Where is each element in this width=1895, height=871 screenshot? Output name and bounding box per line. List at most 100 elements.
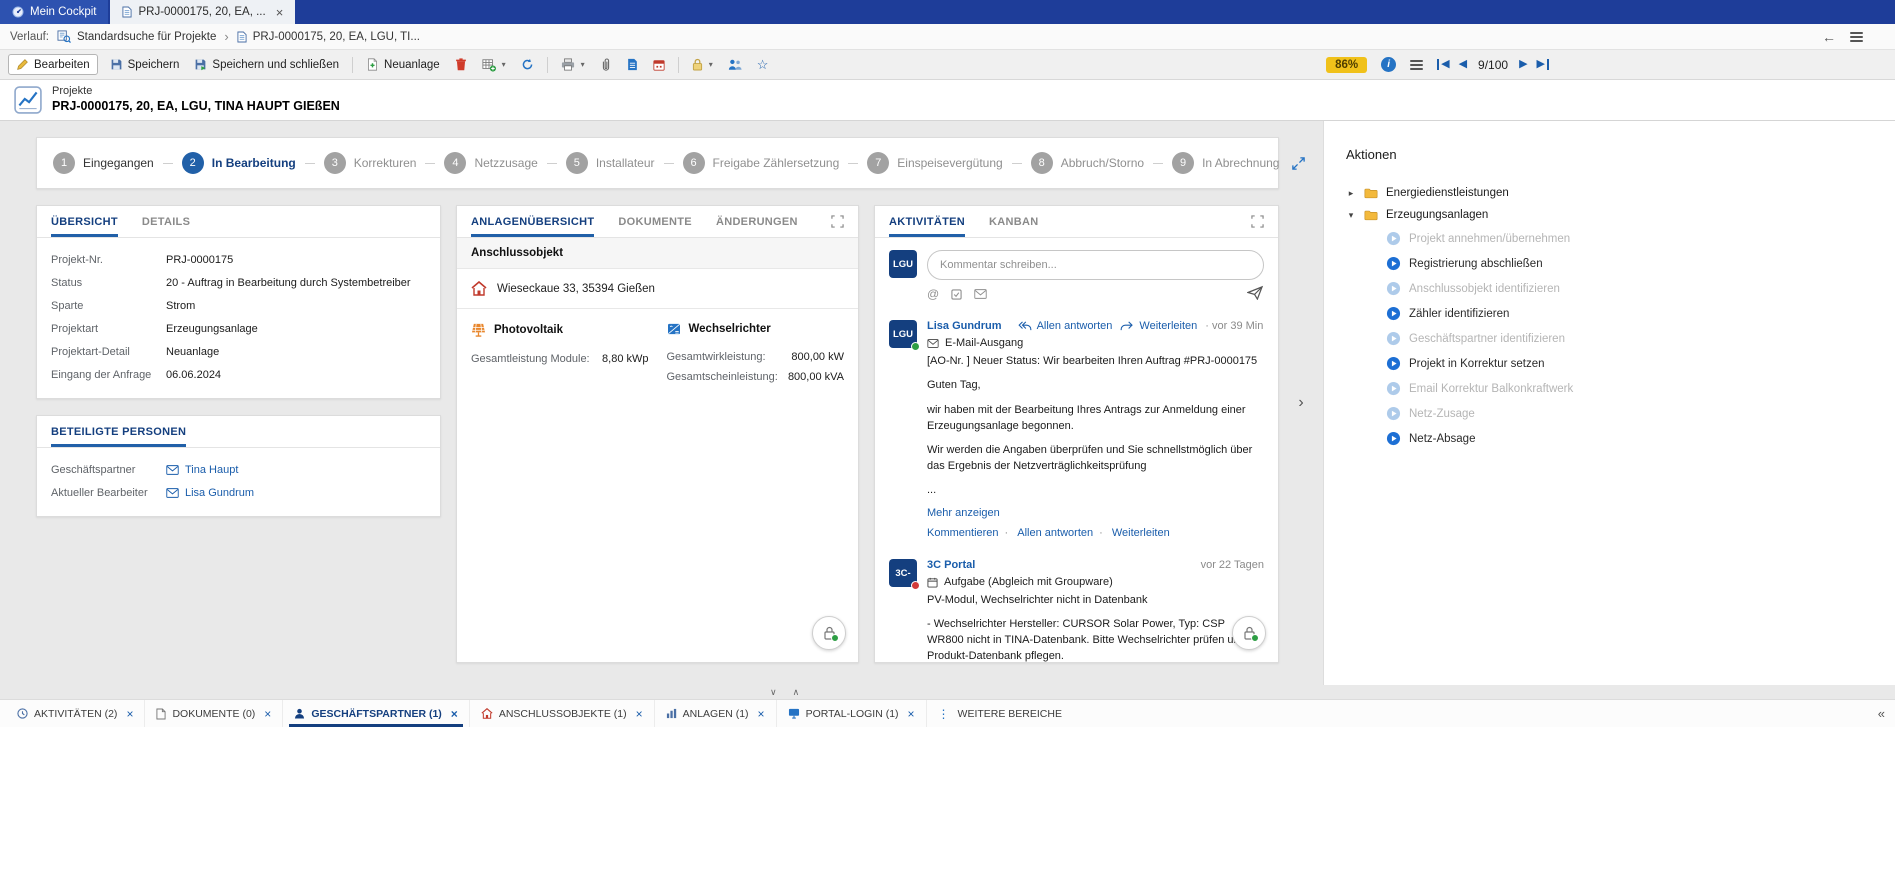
- activity-item-task[interactable]: 3C- 3C Portal vor 22 Tagen: [889, 548, 1264, 662]
- fullscreen-icon[interactable]: [831, 215, 844, 228]
- save-and-close-button[interactable]: Speichern und schließen: [187, 55, 346, 74]
- chevron-right-icon[interactable]: ▸: [1346, 188, 1356, 199]
- author-link[interactable]: Lisa Gundrum: [927, 320, 1002, 332]
- connection-object-address: Wieseckaue 33, 35394 Gießen: [497, 283, 655, 295]
- tab-kanban[interactable]: KANBAN: [989, 206, 1038, 237]
- close-icon[interactable]: ×: [908, 707, 915, 721]
- folder-erzeugungsanlagen[interactable]: ▾ Erzeugungsanlagen: [1346, 204, 1875, 226]
- save-button[interactable]: Speichern: [103, 55, 187, 74]
- action-zaehler-identifizieren[interactable]: Zähler identifizieren: [1346, 301, 1875, 326]
- favorite-button[interactable]: ☆: [750, 54, 776, 76]
- close-icon[interactable]: ×: [451, 707, 458, 721]
- step-einspeiseverguetung[interactable]: 7 Einspeisevergütung: [867, 152, 1002, 174]
- new-record-button[interactable]: Neuanlage: [359, 55, 447, 74]
- calendar-button[interactable]: [646, 56, 672, 74]
- business-partner-link[interactable]: Tina Haupt: [166, 464, 238, 476]
- show-more-link[interactable]: Mehr anzeigen: [927, 507, 1264, 519]
- tab-aenderungen[interactable]: ÄNDERUNGEN: [716, 206, 798, 237]
- close-icon[interactable]: ×: [636, 707, 643, 721]
- back-arrow-icon[interactable]: ←: [1822, 29, 1836, 45]
- history-menu-icon[interactable]: [1850, 32, 1863, 42]
- tab-beteiligte-personen[interactable]: BETEILIGTE PERSONEN: [51, 416, 186, 447]
- current-editor-link[interactable]: Lisa Gundrum: [166, 487, 254, 499]
- reply-all-link[interactable]: Allen antworten: [999, 527, 1094, 539]
- reply-all-link[interactable]: Allen antworten: [1018, 320, 1113, 332]
- forward-link[interactable]: Weiterleiten: [1120, 320, 1197, 332]
- mail-icon: [927, 339, 939, 348]
- page-title: PRJ-0000175, 20, EA, LGU, TINA HAUPT GIE…: [52, 99, 340, 115]
- lock-button[interactable]: ▾: [685, 55, 720, 74]
- fullscreen-icon[interactable]: [1251, 215, 1264, 228]
- report-document-button[interactable]: [620, 55, 645, 74]
- step-korrekturen[interactable]: 3 Korrekturen: [324, 152, 417, 174]
- print-button[interactable]: ▾: [554, 55, 592, 74]
- step-freigabe-zaehlersetzung[interactable]: 6 Freigabe Zählersetzung: [683, 152, 840, 174]
- contact-persons-button[interactable]: [721, 55, 749, 74]
- step-netzzusage[interactable]: 4 Netzzusage: [444, 152, 537, 174]
- info-icon[interactable]: i: [1381, 57, 1396, 72]
- forward-link[interactable]: Weiterleiten: [1093, 527, 1170, 539]
- mention-icon[interactable]: @: [927, 287, 939, 301]
- previous-record-button[interactable]: ◀: [1459, 59, 1467, 70]
- mail-icon[interactable]: [974, 289, 987, 299]
- collapsed-subarea: [0, 727, 1895, 871]
- collapse-left-icon[interactable]: «: [1878, 700, 1885, 727]
- collapse-up-icon[interactable]: ∧: [793, 685, 800, 699]
- bottom-tab-weitere-bereiche[interactable]: ⋮ WEITERE BEREICHE: [927, 700, 1073, 727]
- table-add-button[interactable]: ▾: [475, 55, 513, 75]
- refresh-button[interactable]: [514, 55, 541, 74]
- edit-button[interactable]: Bearbeiten: [8, 54, 98, 75]
- author-link[interactable]: 3C Portal: [927, 559, 975, 571]
- envelope-icon: [166, 465, 179, 475]
- task-icon[interactable]: [951, 289, 962, 300]
- bottom-tab-anlagen[interactable]: ANLAGEN (1) ×: [655, 700, 777, 727]
- bottom-tab-geschaeftspartner[interactable]: GESCHÄFTSPARTNER (1) ×: [283, 700, 470, 727]
- send-icon[interactable]: [1247, 285, 1264, 300]
- activity-item-email[interactable]: LGU Lisa Gundrum: [889, 309, 1264, 548]
- comment-input[interactable]: [927, 250, 1264, 280]
- breadcrumb-search[interactable]: Standardsuche für Projekte: [57, 30, 216, 43]
- play-circle-icon: [1386, 281, 1401, 296]
- action-projekt-in-korrektur[interactable]: Projekt in Korrektur setzen: [1346, 351, 1875, 376]
- tab-mein-cockpit[interactable]: Mein Cockpit: [0, 0, 108, 24]
- step-abbruch-storno[interactable]: 8 Abbruch/Storno: [1031, 152, 1144, 174]
- tab-project-record[interactable]: PRJ-0000175, 20, EA, ... ×: [110, 0, 295, 24]
- comment-link[interactable]: Kommentieren: [927, 527, 999, 539]
- tab-dokumente[interactable]: DOKUMENTE: [618, 206, 692, 237]
- tab-uebersicht[interactable]: ÜBERSICHT: [51, 206, 118, 237]
- tab-anlagenuebersicht[interactable]: ANLAGENÜBERSICHT: [471, 206, 594, 237]
- attachment-button[interactable]: [593, 55, 619, 75]
- folder-energiedienstleistungen[interactable]: ▸ Energiedienstleistungen: [1346, 182, 1875, 204]
- first-record-button[interactable]: ◀: [1437, 59, 1449, 70]
- action-registrierung-abschliessen[interactable]: Registrierung abschließen: [1346, 251, 1875, 276]
- step-in-bearbeitung[interactable]: 2 In Bearbeitung: [182, 152, 296, 174]
- bottom-tab-dokumente[interactable]: DOKUMENTE (0) ×: [145, 700, 283, 727]
- next-record-button[interactable]: ▶: [1519, 59, 1527, 70]
- bottom-tab-portal-login[interactable]: PORTAL-LOGIN (1) ×: [777, 700, 927, 727]
- close-icon[interactable]: ×: [126, 707, 133, 721]
- collapse-down-icon[interactable]: ∨: [770, 685, 777, 699]
- bottom-tab-aktivitaeten[interactable]: AKTIVITÄTEN (2) ×: [6, 700, 145, 727]
- privacy-lock-button[interactable]: [1232, 616, 1266, 650]
- close-icon[interactable]: ×: [276, 6, 284, 19]
- tab-details[interactable]: DETAILS: [142, 206, 190, 237]
- chevron-down-icon[interactable]: ▾: [1346, 210, 1356, 221]
- tab-aktivitaeten[interactable]: AKTIVITÄTEN: [889, 206, 965, 237]
- close-icon[interactable]: ×: [758, 707, 765, 721]
- expand-panel-chevron-icon[interactable]: ›: [1298, 394, 1303, 412]
- last-record-button[interactable]: ▶: [1537, 59, 1549, 70]
- connection-object-row[interactable]: Wieseckaue 33, 35394 Gießen: [457, 269, 858, 309]
- step-in-abrechnung[interactable]: 9 In Abrechnung: [1172, 152, 1279, 174]
- bottom-tab-anschlussobjekte[interactable]: ANSCHLUSSOBJEKTE (1) ×: [470, 700, 655, 727]
- plant-detail-columns: Photovoltaik Gesamtleistung Module: 8,80…: [457, 309, 858, 401]
- step-installateur[interactable]: 5 Installateur: [566, 152, 655, 174]
- privacy-lock-button[interactable]: [812, 616, 846, 650]
- close-icon[interactable]: ×: [264, 707, 271, 721]
- delete-button[interactable]: [448, 55, 474, 74]
- action-netz-absage[interactable]: Netz-Absage: [1346, 426, 1875, 451]
- menu-icon[interactable]: [1410, 60, 1423, 70]
- breadcrumb-project[interactable]: PRJ-0000175, 20, EA, LGU, TI...: [237, 31, 420, 43]
- activity-type: E-Mail-Ausgang: [927, 337, 1264, 349]
- field-value: 06.06.2024: [166, 369, 221, 381]
- step-eingegangen[interactable]: 1 Eingegangen: [53, 152, 154, 174]
